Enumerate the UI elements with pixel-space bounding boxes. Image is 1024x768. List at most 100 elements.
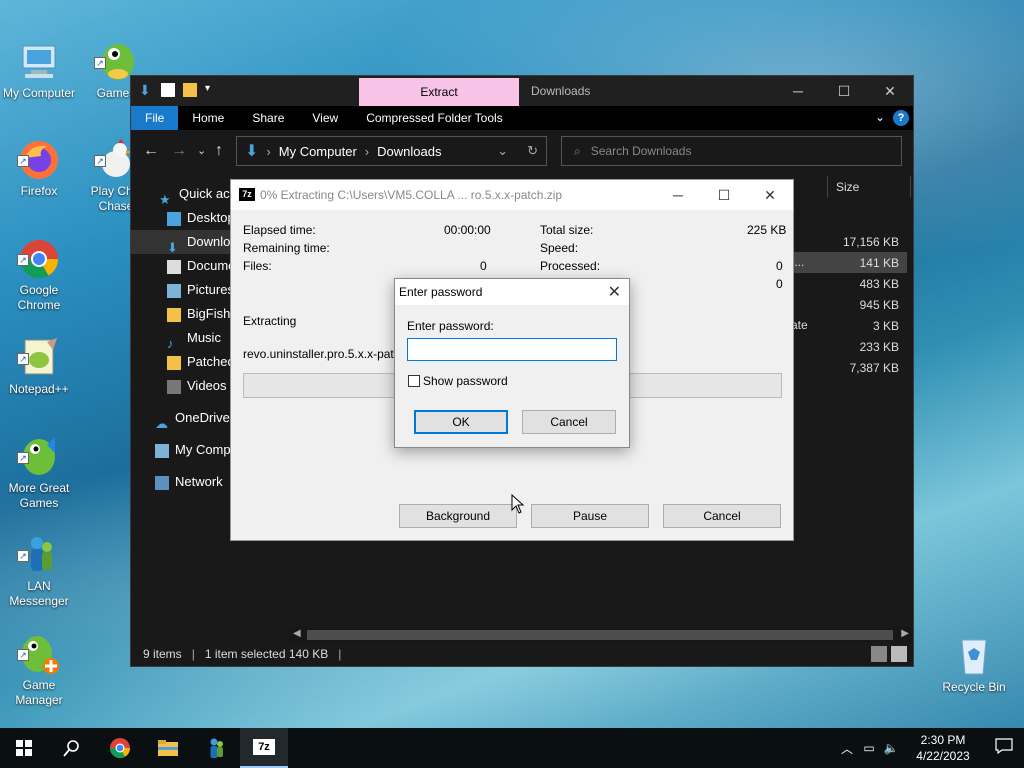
desktop-icon-game-manager[interactable]: ↗ Game Manager	[1, 602, 77, 723]
breadcrumb-my-computer[interactable]: My Computer	[279, 144, 357, 159]
chrome-icon	[109, 738, 131, 759]
close-icon[interactable]: ✕	[608, 282, 621, 302]
chrome-icon: ↗	[17, 222, 61, 279]
back-arrow-icon[interactable]: ←	[143, 142, 159, 160]
file-size: 945 KB	[859, 298, 899, 312]
tab-compressed-folder-tools[interactable]: Compressed Folder Tools	[352, 106, 517, 130]
search-button[interactable]	[48, 728, 96, 768]
shortcut-arrow-icon: ↗	[94, 57, 106, 69]
properties-icon[interactable]	[161, 83, 175, 97]
processed-label: Processed:	[540, 259, 601, 273]
scrollbar-thumb[interactable]	[307, 630, 893, 640]
shortcut-arrow-icon: ↗	[94, 155, 106, 167]
status-separator: |	[338, 647, 342, 661]
ok-button[interactable]: OK	[414, 410, 508, 434]
horizontal-scrollbar[interactable]: ◀ ▶	[289, 627, 913, 643]
tab-share[interactable]: Share	[238, 106, 298, 130]
mouse-cursor-icon	[511, 494, 525, 514]
computer-icon	[155, 443, 169, 458]
tab-extract[interactable]: Extract	[359, 78, 519, 106]
desktop-icon-recycle-bin[interactable]: Recycle Bin	[936, 604, 1012, 710]
customize-toolbar-icon[interactable]: ▾	[205, 83, 219, 97]
address-bar[interactable]: ⬇ › My Computer › Downloads ⌄ ↻	[236, 136, 547, 166]
file-size: 7,387 KB	[849, 361, 899, 375]
folder-icon	[167, 355, 181, 370]
status-selection: 1 item selected 140 KB	[204, 647, 329, 661]
forward-arrow-icon[interactable]: →	[171, 142, 187, 160]
folder-icon[interactable]	[183, 83, 197, 97]
lan-messenger-icon: ↗	[17, 518, 61, 571]
refresh-icon[interactable]: ↻	[527, 143, 538, 159]
password-dialog-titlebar: Enter password ✕	[395, 279, 629, 305]
taskbar-chrome[interactable]	[96, 728, 144, 768]
desktop-icon-label: Game Manager	[15, 678, 63, 707]
extracting-label: Extracting	[243, 314, 297, 328]
search-input[interactable]: ⌕ Search Downloads	[561, 136, 902, 166]
compressed-value: 0	[776, 277, 783, 291]
file-size: 483 KB	[859, 277, 899, 291]
expand-ribbon-icon[interactable]: ⌄	[875, 110, 885, 124]
details-view-icon[interactable]	[871, 646, 887, 662]
explorer-titlebar: ⬇ ▾ Extract Downloads ─ ☐ ✕	[131, 76, 913, 106]
recent-locations-icon[interactable]: ⌄	[197, 144, 206, 157]
column-header-size[interactable]: Size	[827, 176, 911, 198]
cancel-extract-button[interactable]: Cancel	[663, 504, 781, 528]
download-icon: ⬇	[167, 239, 178, 254]
taskbar-file-explorer[interactable]	[144, 728, 192, 768]
show-password-checkbox[interactable]	[408, 375, 420, 387]
show-password-label[interactable]: Show password	[423, 374, 508, 388]
scroll-right-icon[interactable]: ▶	[901, 628, 909, 639]
speed-label: Speed:	[540, 241, 579, 255]
cancel-button[interactable]: Cancel	[522, 410, 616, 434]
system-tray: ︿ ▭ 🔈 2:30 PM 4/22/2023	[836, 728, 1024, 768]
up-arrow-icon[interactable]: ↑	[215, 142, 223, 160]
address-dropdown-icon[interactable]: ⌄	[497, 143, 508, 159]
maximize-button[interactable]: ☐	[821, 76, 867, 106]
minimize-button[interactable]: ─	[775, 76, 821, 106]
minimize-button[interactable]: ─	[655, 180, 701, 210]
password-input[interactable]	[407, 338, 617, 361]
nav-label: Music	[187, 330, 221, 345]
network-icon	[155, 475, 169, 490]
status-separator: |	[191, 647, 195, 661]
window-title: Downloads	[531, 84, 591, 98]
password-dialog: Enter password ✕ Enter password: Show pa…	[394, 278, 630, 448]
close-button[interactable]: ✕	[747, 180, 793, 210]
total-size-label: Total size:	[540, 223, 594, 237]
search-icon	[63, 740, 79, 757]
status-item-count: 9 items	[143, 647, 182, 661]
help-icon[interactable]: ?	[893, 110, 909, 126]
background-button[interactable]: Background	[399, 504, 517, 528]
clock[interactable]: 2:30 PM 4/22/2023	[908, 732, 978, 764]
scroll-left-icon[interactable]: ◀	[293, 628, 301, 639]
files-label: Files:	[243, 259, 272, 273]
size-column: 17,156 KB 141 KB 483 KB 945 KB 3 KB 233 …	[843, 232, 899, 379]
breadcrumb-separator-icon: ›	[364, 143, 370, 159]
desktop-icon-notepadpp[interactable]: ↗ Notepad++	[1, 306, 77, 412]
desktop-icon-firefox[interactable]: ↗ Firefox	[1, 108, 77, 214]
maximize-button[interactable]: ☐	[701, 180, 747, 210]
breadcrumb-downloads[interactable]: Downloads	[377, 144, 441, 159]
volume-muted-icon[interactable]: 🔈	[880, 741, 902, 755]
pause-button[interactable]: Pause	[531, 504, 649, 528]
taskbar-lan-messenger[interactable]	[192, 728, 240, 768]
start-button[interactable]	[0, 728, 48, 768]
tab-file[interactable]: File	[131, 106, 179, 130]
breadcrumb-separator-icon: ›	[266, 143, 271, 159]
notification-icon[interactable]	[984, 737, 1024, 759]
desktop-icon-my-computer[interactable]: My Computer	[1, 10, 77, 116]
windows-icon	[16, 740, 32, 756]
network-icon[interactable]: ▭	[858, 741, 880, 755]
password-dialog-title: Enter password	[399, 285, 483, 299]
shortcut-arrow-icon: ↗	[17, 452, 29, 464]
documents-icon	[167, 259, 181, 274]
shortcut-arrow-icon: ↗	[17, 353, 29, 365]
close-button[interactable]: ✕	[867, 76, 913, 106]
taskbar-7zip[interactable]: 7z	[240, 728, 288, 768]
file-size: 17,156 KB	[842, 235, 899, 249]
large-icons-view-icon[interactable]	[891, 646, 907, 662]
show-hidden-icons-icon[interactable]: ︿	[836, 740, 858, 757]
tab-view[interactable]: View	[298, 106, 352, 130]
fish-games-icon: ↗	[17, 420, 61, 475]
tab-home[interactable]: Home	[178, 106, 238, 130]
